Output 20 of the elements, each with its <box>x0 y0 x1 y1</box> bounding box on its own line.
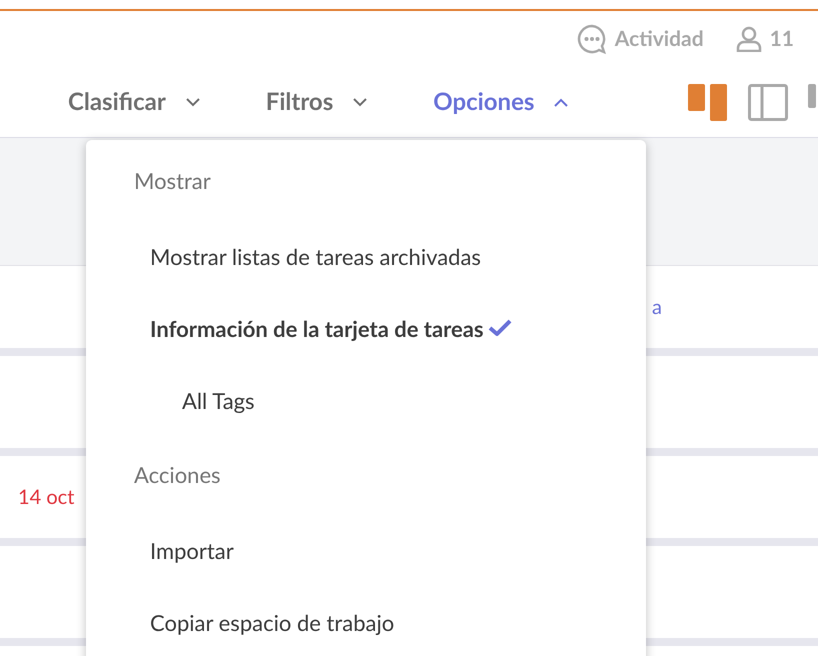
chat-bubble-icon <box>576 24 607 54</box>
menu-item[interactable]: Importar <box>86 514 646 586</box>
chevron-icon <box>554 98 568 106</box>
chevron-icon <box>186 98 200 106</box>
menu-item[interactable]: Copiar espacio de trabajo <box>86 586 646 656</box>
task-link[interactable]: a <box>652 292 662 322</box>
toolbar-dropdown[interactable]: Opciones <box>433 84 568 120</box>
menu-item[interactable]: Información de la tarjeta de tareas <box>86 292 646 364</box>
menu-heading: Acciones <box>133 460 222 490</box>
toolbar-dropdown[interactable]: Clasificar <box>68 84 200 120</box>
sidebar-view-icon[interactable] <box>748 84 788 120</box>
chevron-icon <box>353 98 368 106</box>
board-view-icon[interactable] <box>688 84 728 120</box>
due-date: 14 oct <box>18 484 74 511</box>
menu-heading: Mostrar <box>133 166 212 196</box>
menu-item[interactable]: Mostrar listas de tareas archivadas <box>86 220 646 292</box>
menu-item[interactable]: All Tags <box>86 364 646 436</box>
toolbar-dropdown[interactable]: Filtros <box>266 84 368 120</box>
check-icon <box>488 319 512 337</box>
person-icon <box>736 26 762 52</box>
